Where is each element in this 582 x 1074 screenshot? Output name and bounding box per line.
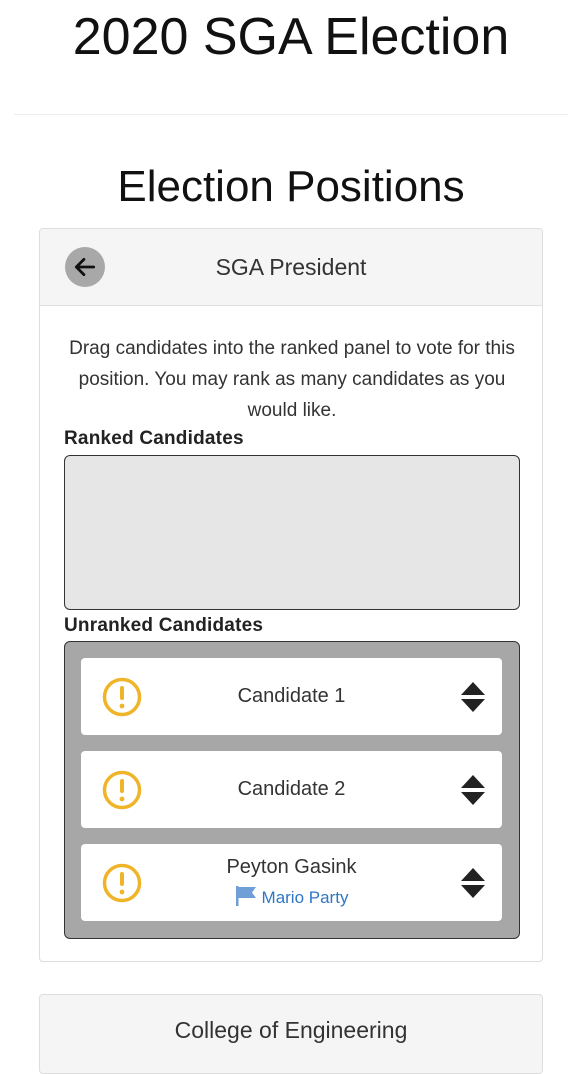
app-title: 2020 SGA Election bbox=[72, 8, 510, 66]
position-title: College of Engineering bbox=[174, 1017, 408, 1043]
candidate-name: Candidate 1 bbox=[237, 685, 346, 707]
exclamation-circle-icon bbox=[102, 863, 142, 903]
candidate-card[interactable]: Candidate 1 bbox=[81, 658, 502, 735]
card-header: SGA President bbox=[40, 229, 542, 306]
ranked-label: Ranked Candidates bbox=[64, 428, 244, 449]
exclamation-circle-icon bbox=[102, 770, 142, 810]
candidate-name: Peyton Gasink bbox=[226, 856, 357, 878]
header-divider bbox=[14, 114, 568, 115]
candidate-party[interactable]: Mario Party bbox=[141, 886, 442, 908]
party-name[interactable]: Mario Party bbox=[262, 888, 349, 907]
position-card-sga-president: SGA President Drag candidates into the r… bbox=[39, 228, 543, 962]
position-title: SGA President bbox=[215, 254, 367, 280]
candidate-name: Candidate 2 bbox=[237, 778, 346, 800]
sort-icon[interactable] bbox=[460, 773, 486, 807]
candidate-card[interactable]: Candidate 2 bbox=[81, 751, 502, 828]
exclamation-circle-icon bbox=[102, 677, 142, 717]
unranked-candidates-panel[interactable]: Candidate 1 Candidate 2 Peyton Gasink Ma… bbox=[64, 641, 520, 939]
position-card-college-of-engineering[interactable]: College of Engineering bbox=[39, 994, 543, 1074]
sort-icon[interactable] bbox=[460, 680, 486, 714]
ranked-drop-zone[interactable] bbox=[64, 455, 520, 610]
unranked-label: Unranked Candidates bbox=[64, 615, 264, 636]
voting-instructions: Drag candidates into the ranked panel to… bbox=[69, 338, 515, 421]
sort-icon[interactable] bbox=[460, 866, 486, 900]
flag-icon bbox=[235, 886, 256, 906]
candidate-card[interactable]: Peyton Gasink Mario Party bbox=[81, 844, 502, 921]
section-title: Election Positions bbox=[117, 162, 465, 211]
